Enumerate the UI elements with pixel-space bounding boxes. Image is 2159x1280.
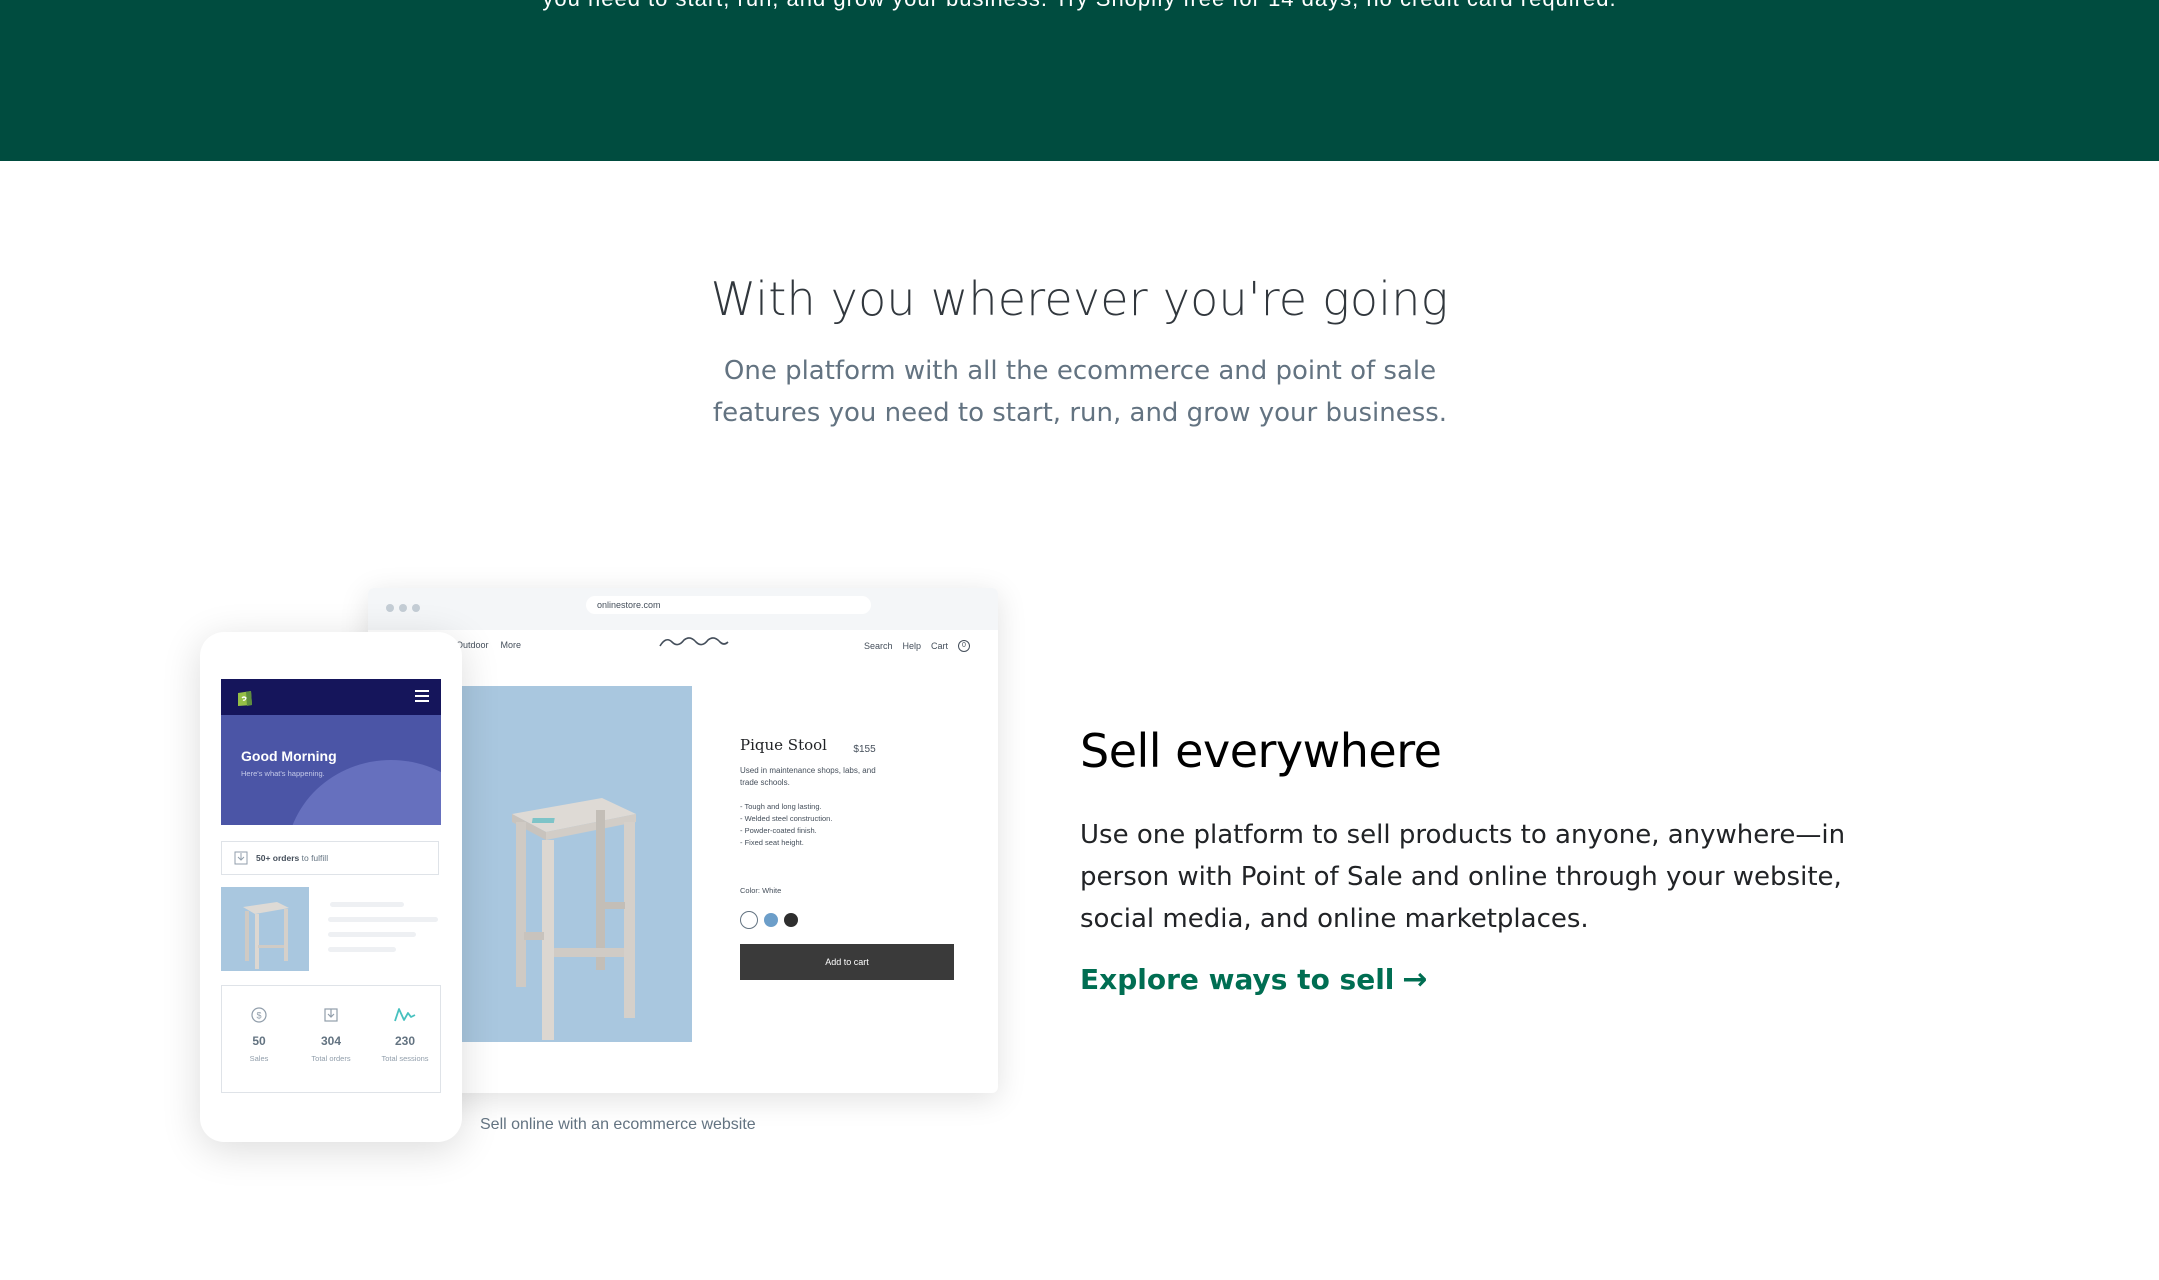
top-banner: you need to start, run, and grow your bu… — [0, 0, 2159, 161]
stat-label: Total orders — [311, 1054, 351, 1063]
sessions-icon — [394, 1008, 416, 1022]
inbox-icon — [234, 851, 248, 865]
stool-icon — [512, 798, 636, 1040]
explore-ways-to-sell-link[interactable]: Explore ways to sell → — [1080, 962, 1428, 997]
product-bullet: - Tough and long lasting. — [740, 802, 822, 811]
orders-to-fulfill: 50+ orders to fulfill — [221, 841, 439, 875]
url-bar: onlinestore.com — [586, 596, 871, 614]
color-swatches — [740, 911, 798, 929]
stat-value: 230 — [394, 1034, 416, 1048]
cart-count-badge: 0 — [958, 640, 970, 652]
product-description: Used in maintenance shops, labs, and tra… — [740, 766, 876, 787]
banner-cutoff-text: you need to start, run, and grow your bu… — [0, 0, 2159, 12]
swatch-blue — [764, 913, 778, 927]
stats-panel: $ 50 Sales 304 Total orders 230 Total se… — [221, 985, 441, 1093]
skeleton-line — [328, 917, 438, 922]
feature-body: Use one platform to sell products to any… — [1080, 820, 1846, 934]
menu-icon — [415, 690, 429, 702]
orders-icon — [324, 1008, 338, 1022]
phone-mockup: Good Morning Here's what's happening. 50… — [200, 632, 462, 1142]
stat-label: Sales — [249, 1054, 269, 1063]
greeting-title: Good Morning — [241, 748, 337, 764]
dollar-icon: $ — [251, 1007, 267, 1023]
arrow-right-icon: → — [1402, 962, 1428, 997]
add-to-cart-button: Add to cart — [740, 944, 954, 980]
greeting-subtitle: Here's what's happening. — [241, 769, 325, 778]
skeleton-line — [328, 947, 396, 952]
product-image — [460, 686, 692, 1042]
phone-app-header — [221, 679, 441, 715]
product-bullet: - Powder-coated finish. — [740, 826, 817, 835]
color-label: Color: White — [740, 886, 782, 895]
product-info: Pique Stool $155 Used in maintenance sho… — [740, 736, 970, 849]
stool-icon — [243, 902, 289, 969]
section-subline: One platform with all the ecommerce and … — [712, 356, 1448, 428]
nav-item-more: More — [500, 640, 522, 650]
sell-everywhere-illustration: onlinestore.com Outdoor More Search Help… — [120, 580, 1020, 1200]
feature-title: Sell everywhere — [1080, 724, 1442, 778]
product-title: Pique Stool — [740, 736, 827, 754]
product-thumbnail — [221, 887, 309, 971]
swatch-white — [740, 911, 758, 929]
phone-greeting-card: Good Morning Here's what's happening. — [221, 715, 441, 825]
product-price: $155 — [853, 744, 876, 755]
stat-value: 50 — [252, 1034, 266, 1048]
skeleton-line — [330, 902, 404, 907]
nav-item-search: Search — [863, 641, 893, 651]
orders-suffix: to fulfill — [301, 853, 329, 863]
shopify-bag-icon — [238, 691, 252, 706]
section-headline: With you wherever you're going — [710, 272, 1449, 326]
browser-mockup: onlinestore.com Outdoor More Search Help… — [368, 588, 998, 1093]
browser-toolbar: onlinestore.com — [368, 588, 998, 630]
product-bullet: - Welded steel construction. — [740, 814, 833, 823]
stat-orders: 304 Total orders — [298, 1006, 364, 1063]
skeleton-line — [328, 932, 416, 937]
nav-item-help: Help — [902, 641, 921, 651]
svg-text:$: $ — [256, 1011, 261, 1021]
store-logo-icon — [659, 637, 729, 647]
nav-item-cart: Cart — [930, 641, 948, 651]
stat-sales: $ 50 Sales — [226, 1006, 292, 1063]
window-dots-icon — [386, 604, 420, 612]
product-bullet: - Fixed seat height. — [740, 838, 804, 847]
stat-sessions: 230 Total sessions — [372, 1006, 438, 1063]
illustration-caption: Sell online with an ecommerce website — [480, 1116, 756, 1133]
stat-value: 304 — [320, 1034, 342, 1048]
link-label: Explore ways to sell — [1080, 963, 1395, 996]
product-bullets: - Tough and long lasting. - Welded steel… — [740, 801, 970, 849]
stat-label: Total sessions — [381, 1054, 429, 1063]
swatch-black — [784, 913, 798, 927]
feature-block: Sell everywhere Use one platform to sell… — [1080, 724, 1880, 997]
orders-count: 50+ orders — [256, 853, 300, 863]
